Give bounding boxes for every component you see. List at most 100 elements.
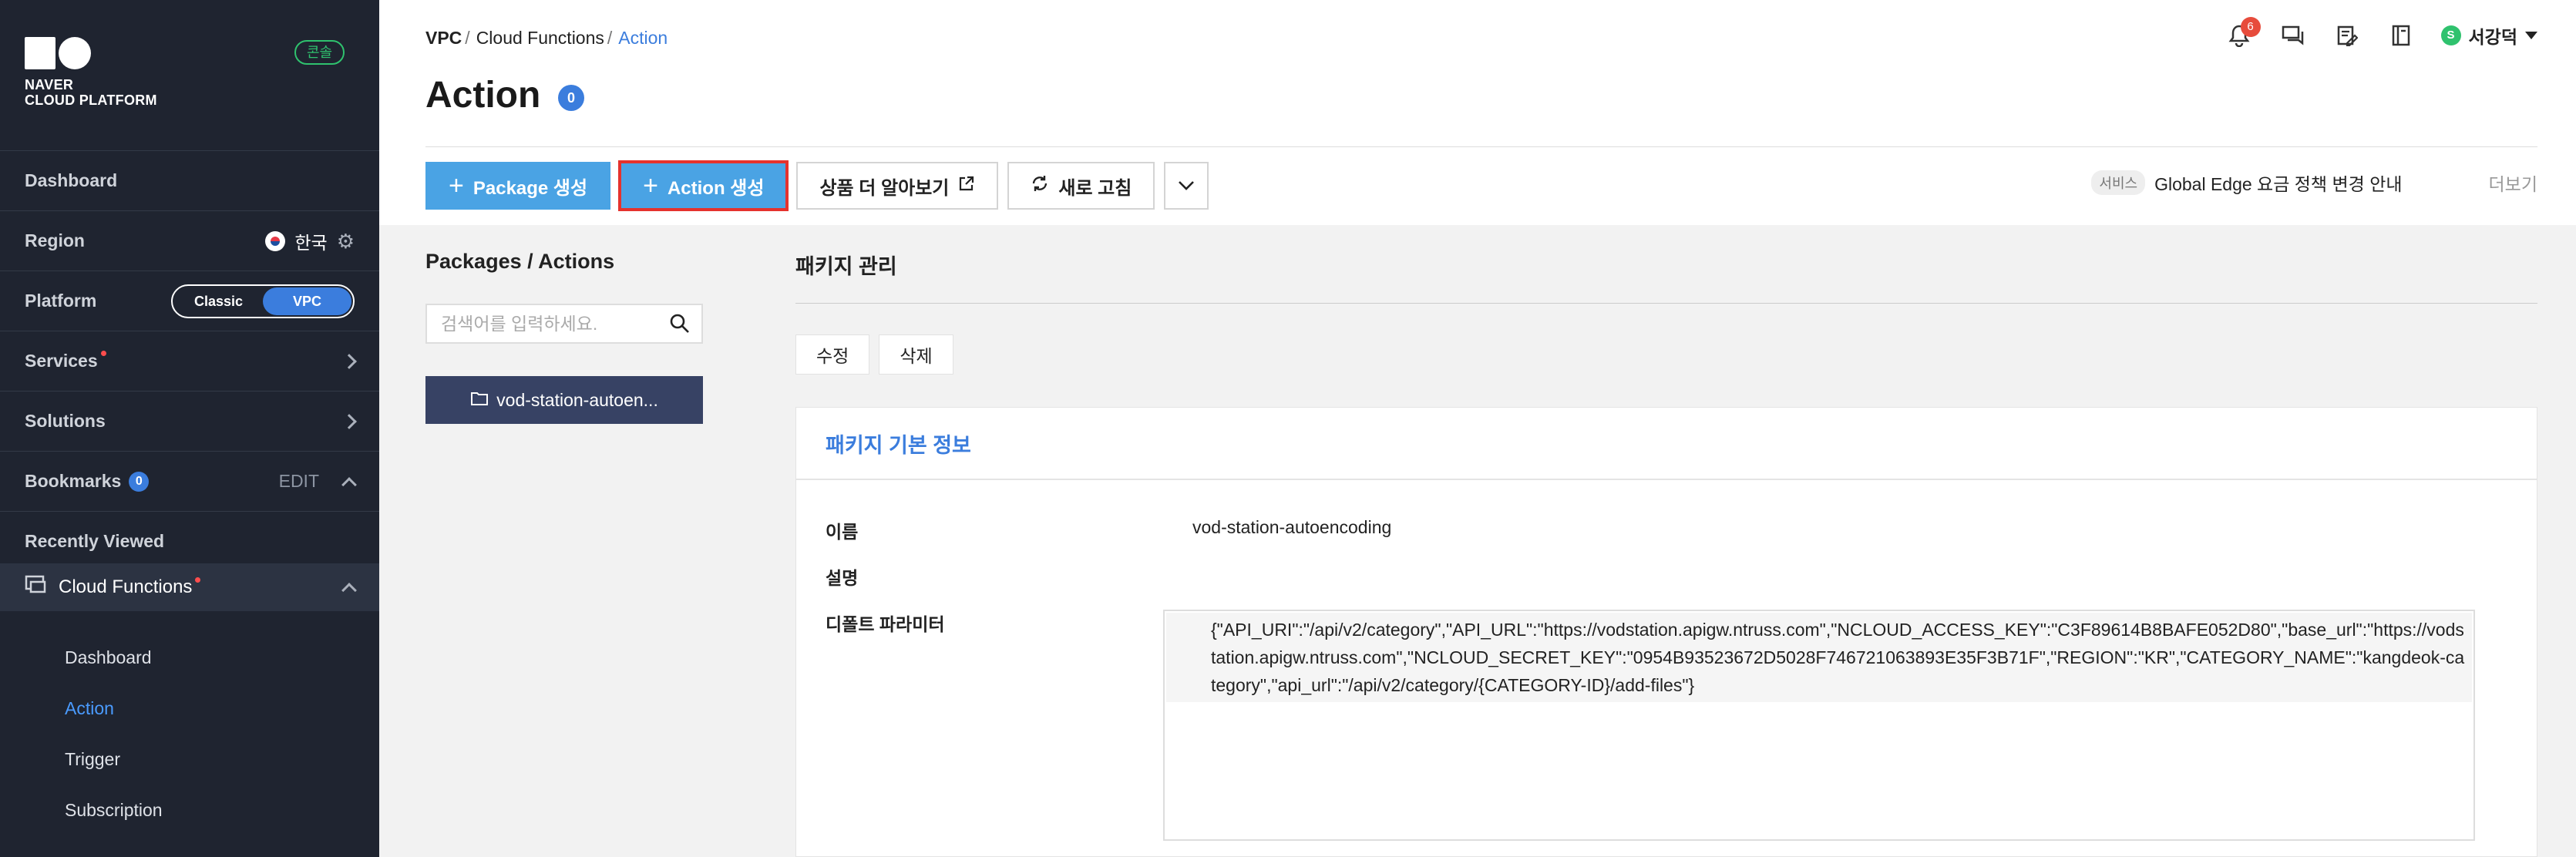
- params-label: 디폴트 파라미터: [826, 614, 945, 634]
- chevron-up-icon[interactable]: [341, 476, 357, 492]
- toolbar: + Package 생성 + Action 생성 상품 더 알아보기 새로 고침: [425, 160, 1209, 211]
- more-dropdown-button[interactable]: [1164, 162, 1209, 210]
- sidebar-dashboard-label: Dashboard: [25, 170, 118, 190]
- user-name: 서강덕: [2468, 27, 2517, 47]
- cloud-functions-icon: [25, 575, 46, 600]
- sidebar-item-recently-viewed[interactable]: Recently Viewed: [0, 511, 379, 571]
- bookmarks-edit-link[interactable]: EDIT: [279, 471, 319, 492]
- platform-vpc-option[interactable]: VPC: [263, 287, 351, 315]
- chevron-right-icon: [341, 353, 357, 369]
- region-label: Region: [25, 230, 85, 250]
- learn-more-label: 상품 더 알아보기: [819, 177, 950, 199]
- package-info-card: 패키지 기본 정보 이름 vod-station-autoencoding 설명…: [795, 407, 2537, 857]
- notice-text[interactable]: Global Edge 요금 정책 변경 안내: [2154, 170, 2402, 196]
- header-divider: [425, 146, 2537, 147]
- book-icon[interactable]: [2387, 22, 2415, 49]
- bookmarks-label: Bookmarks: [25, 471, 122, 491]
- detail-divider: [795, 303, 2537, 304]
- package-actions: 수정 삭제: [795, 334, 953, 375]
- sidebar-item-cloud-functions[interactable]: Cloud Functions: [0, 563, 379, 611]
- name-label: 이름: [826, 522, 859, 542]
- name-value: vod-station-autoencoding: [1192, 517, 1392, 537]
- page-title: Action: [425, 75, 541, 116]
- package-management-title: 패키지 관리: [795, 255, 897, 278]
- sidebar-item-services[interactable]: Services: [0, 331, 379, 391]
- default-params-value: {"API_URI":"/api/v2/category","API_URL":…: [1166, 613, 2472, 702]
- new-dot-icon: [100, 351, 106, 356]
- sidebar-sub-action[interactable]: Action: [65, 698, 114, 719]
- package-list-item[interactable]: vod-station-autoen...: [425, 376, 703, 424]
- service-notice: 서비스 Global Edge 요금 정책 변경 안내 더보기: [2091, 170, 2537, 196]
- breadcrumb-sep: /: [465, 28, 470, 48]
- chat-icon[interactable]: [2279, 22, 2307, 49]
- main-area: VPC / Cloud Functions / Action Action 0 6 S …: [379, 0, 2576, 857]
- platform-toggle[interactable]: Classic VPC: [171, 284, 355, 318]
- breadcrumb-cloud-functions[interactable]: Cloud Functions: [476, 28, 604, 48]
- package-search: [425, 304, 703, 344]
- new-dot-icon: [195, 576, 201, 583]
- console-badge[interactable]: 콘솔: [294, 40, 345, 65]
- refresh-label: 새로 고침: [1058, 177, 1132, 199]
- notification-count-badge: 6: [2240, 17, 2261, 37]
- packages-pane-title: Packages / Actions: [425, 250, 615, 273]
- package-item-label: vod-station-autoen...: [496, 389, 658, 410]
- notice-tag: 서비스: [2091, 170, 2146, 195]
- package-create-label: Package 생성: [472, 177, 588, 199]
- user-avatar: S: [2440, 25, 2461, 45]
- region-value[interactable]: 한국: [294, 228, 327, 254]
- search-icon[interactable]: [669, 313, 691, 334]
- bookmarks-count-badge: 0: [129, 471, 150, 492]
- sidebar-sub-trigger[interactable]: Trigger: [65, 749, 120, 770]
- packages-pane: Packages / Actions vod-station-autoen...: [379, 225, 749, 857]
- platform-label: Platform: [25, 291, 97, 311]
- breadcrumb-vpc[interactable]: VPC: [425, 28, 462, 48]
- chevron-up-icon: [341, 583, 357, 598]
- breadcrumb: VPC / Cloud Functions / Action: [425, 28, 668, 49]
- edit-document-icon[interactable]: [2333, 22, 2361, 49]
- content-area: Packages / Actions vod-station-autoen...…: [379, 225, 2576, 857]
- solutions-label: Solutions: [25, 411, 106, 431]
- notice-more-link[interactable]: 더보기: [2489, 170, 2537, 196]
- logo-mark-icon: [25, 37, 157, 69]
- learn-more-button[interactable]: 상품 더 알아보기: [796, 162, 999, 210]
- sidebar-item-platform: Platform Classic VPC: [0, 271, 379, 331]
- action-create-button[interactable]: + Action 생성: [618, 160, 789, 211]
- top-utility-bar: 6 S 서강덕: [2225, 17, 2537, 49]
- breadcrumb-sep: /: [607, 28, 613, 48]
- plus-icon: +: [449, 171, 464, 200]
- platform-classic-option[interactable]: Classic: [174, 287, 263, 315]
- services-label: Services: [25, 351, 98, 371]
- delete-button[interactable]: 삭제: [879, 334, 953, 375]
- sidebar-item-dashboard[interactable]: Dashboard: [0, 150, 379, 210]
- sidebar-sub-subscription[interactable]: Subscription: [65, 800, 163, 821]
- sidebar-item-bookmarks[interactable]: Bookmarks 0 EDIT: [0, 451, 379, 511]
- action-count-badge: 0: [558, 85, 584, 111]
- external-link-icon: [958, 175, 975, 197]
- bell-icon[interactable]: 6: [2225, 17, 2261, 49]
- logo-line2: CLOUD PLATFORM: [25, 92, 157, 108]
- logo-line1: NAVER: [25, 77, 74, 92]
- sidebar-sub-dashboard[interactable]: Dashboard: [65, 647, 152, 668]
- cloud-functions-label: Cloud Functions: [59, 576, 193, 597]
- plus-icon: +: [643, 171, 658, 200]
- default-params-box[interactable]: {"API_URI":"/api/v2/category","API_URL":…: [1163, 610, 2475, 841]
- user-menu[interactable]: S 서강덕: [2440, 22, 2537, 49]
- package-info-title: 패키지 기본 정보: [796, 408, 2537, 480]
- chevron-down-icon: [1178, 175, 1195, 197]
- action-create-label: Action 생성: [667, 177, 765, 199]
- refresh-button[interactable]: 새로 고침: [1007, 162, 1155, 210]
- refresh-icon: [1031, 174, 1049, 198]
- edit-button[interactable]: 수정: [795, 334, 870, 375]
- search-input[interactable]: [427, 305, 651, 342]
- naver-cloud-logo[interactable]: NAVER CLOUD PLATFORM: [25, 37, 157, 108]
- recently-viewed-label: Recently Viewed: [25, 531, 165, 551]
- breadcrumb-action: Action: [618, 28, 668, 48]
- package-detail-pane: 패키지 관리 수정 삭제 패키지 기본 정보 이름 vod-station-au…: [749, 225, 2576, 857]
- sidebar-item-solutions[interactable]: Solutions: [0, 391, 379, 451]
- package-create-button[interactable]: + Package 생성: [425, 162, 611, 210]
- caret-down-icon: [2525, 32, 2537, 39]
- desc-label: 설명: [826, 568, 859, 588]
- sidebar-item-region: Region 한국 ⚙: [0, 210, 379, 271]
- gear-icon[interactable]: ⚙: [337, 231, 355, 251]
- chevron-right-icon: [341, 413, 357, 429]
